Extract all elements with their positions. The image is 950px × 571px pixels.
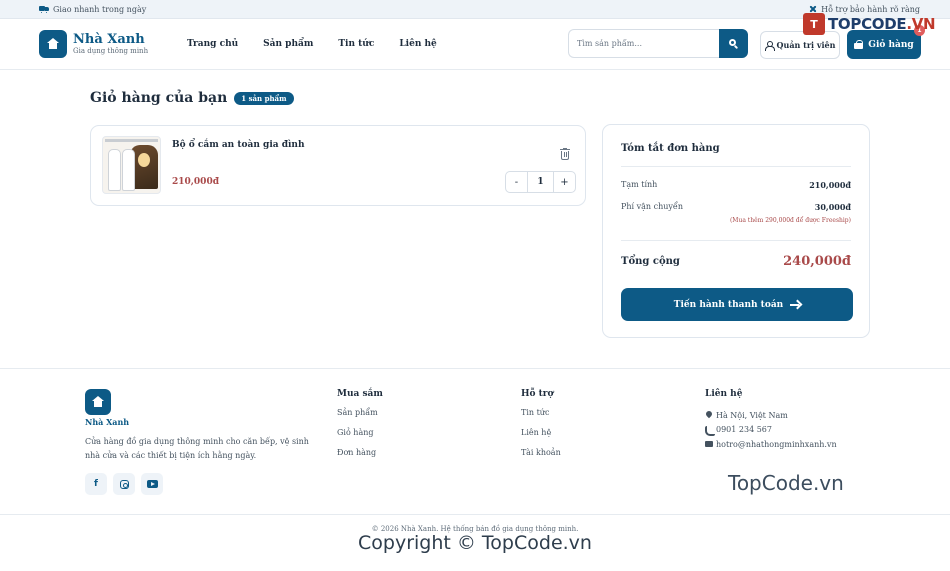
total-value: 240,000đ bbox=[783, 254, 851, 269]
trash-icon[interactable] bbox=[560, 148, 570, 160]
total-label: Tổng cộng bbox=[621, 256, 680, 267]
address-text: Hà Nội, Việt Nam bbox=[716, 410, 788, 420]
footer-shop-title: Mua sắm bbox=[337, 389, 383, 399]
facebook-icon[interactable]: f bbox=[85, 473, 107, 495]
shipping-row: Phí vận chuyển 30,000đ bbox=[621, 202, 851, 212]
footer-support-title: Hỗ trợ bbox=[521, 389, 554, 399]
fast-delivery-text: Giao nhanh trong ngày bbox=[53, 4, 147, 14]
house-icon bbox=[39, 30, 67, 58]
search-icon bbox=[728, 38, 739, 49]
phone-text: 0901 234 567 bbox=[716, 425, 772, 435]
bag-icon bbox=[854, 40, 864, 49]
arrow-right-icon bbox=[790, 301, 800, 309]
contact-address: Hà Nội, Việt Nam bbox=[705, 408, 837, 423]
summary-title: Tóm tắt đơn hàng bbox=[621, 143, 720, 154]
contact-phone[interactable]: 0901 234 567 bbox=[705, 423, 837, 438]
footer-link-products[interactable]: Sản phẩm bbox=[337, 408, 383, 428]
admin-button[interactable]: Quản trị viên bbox=[760, 31, 840, 59]
divider bbox=[621, 166, 851, 167]
nav-products[interactable]: Sản phẩm bbox=[263, 39, 313, 49]
decrease-quantity-button[interactable]: - bbox=[506, 172, 528, 192]
watermark-mark: T bbox=[803, 13, 825, 35]
product-thumbnail[interactable] bbox=[102, 136, 161, 194]
cart-heading: Giỏ hàng của bạn 1 sản phẩm bbox=[90, 90, 294, 106]
page-title: Giỏ hàng của bạn bbox=[90, 90, 228, 106]
footer-link-contact[interactable]: Liên hệ bbox=[521, 428, 561, 448]
contact-email[interactable]: hotro@nhathongminhxanh.vn bbox=[705, 437, 837, 452]
product-price: 210,000đ bbox=[172, 177, 219, 187]
site-logo[interactable]: Nhà Xanh Gia dụng thông minh bbox=[39, 30, 179, 58]
cart-label: Giỏ hàng bbox=[868, 39, 914, 50]
youtube-icon[interactable] bbox=[141, 473, 163, 495]
email-text: hotro@nhathongminhxanh.vn bbox=[716, 439, 837, 449]
phone-icon bbox=[705, 425, 715, 436]
subtotal-row: Tạm tính 210,000đ bbox=[621, 180, 851, 190]
truck-icon bbox=[39, 5, 49, 14]
footer-brand-name: Nhà Xanh bbox=[85, 417, 130, 427]
shipping-label: Phí vận chuyển bbox=[621, 202, 683, 211]
social-links: f bbox=[85, 473, 163, 495]
main-nav: Trang chủ Sản phẩm Tin tức Liên hệ bbox=[187, 39, 437, 49]
watermark-copyright: Copyright © TopCode.vn bbox=[358, 532, 592, 554]
quantity-value[interactable]: 1 bbox=[528, 177, 553, 187]
divider bbox=[0, 514, 950, 515]
admin-label: Quản trị viên bbox=[776, 40, 836, 50]
logo-name: Nhà Xanh bbox=[73, 31, 145, 47]
subtotal-label: Tạm tính bbox=[621, 180, 658, 189]
total-row: Tổng cộng 240,000đ bbox=[621, 254, 851, 269]
item-count-badge: 1 sản phẩm bbox=[234, 91, 294, 105]
footer-link-cart[interactable]: Giỏ hàng bbox=[337, 428, 383, 448]
search-bar bbox=[568, 29, 748, 58]
search-input[interactable] bbox=[568, 29, 719, 58]
watermark-logo-suffix: .VN bbox=[906, 15, 936, 33]
watermark-text: TopCode.vn bbox=[728, 471, 844, 495]
checkout-label: Tiến hành thanh toán bbox=[673, 299, 784, 310]
instagram-icon[interactable] bbox=[113, 473, 135, 495]
divider bbox=[621, 240, 851, 241]
fast-delivery-notice: Giao nhanh trong ngày bbox=[39, 5, 146, 14]
footer-shop-column: Mua sắm Sản phẩm Giỏ hàng Đơn hàng bbox=[337, 389, 383, 468]
product-name[interactable]: Bộ ổ cắm an toàn gia đình bbox=[172, 140, 305, 150]
map-pin-icon bbox=[705, 411, 713, 419]
subtotal-value: 210,000đ bbox=[809, 180, 851, 190]
nav-home[interactable]: Trang chủ bbox=[187, 39, 238, 49]
shipping-value: 30,000đ bbox=[814, 202, 851, 212]
footer-contact-column: Liên hệ Hà Nội, Việt Nam 0901 234 567 ho… bbox=[705, 389, 837, 452]
search-button[interactable] bbox=[719, 29, 748, 58]
footer-contact-title: Liên hệ bbox=[705, 389, 743, 399]
house-icon[interactable] bbox=[85, 389, 111, 415]
user-icon bbox=[764, 40, 775, 51]
quantity-stepper: - 1 + bbox=[505, 171, 576, 193]
site-footer: Nhà Xanh Cửa hàng đồ gia dụng thông minh… bbox=[0, 368, 950, 571]
watermark-logo-text: TOPCODE bbox=[828, 15, 907, 33]
footer-link-news[interactable]: Tin tức bbox=[521, 408, 561, 428]
footer-link-account[interactable]: Tài khoản bbox=[521, 448, 561, 468]
footer-description: Cửa hàng đồ gia dụng thông minh cho căn … bbox=[85, 437, 309, 460]
order-summary: Tóm tắt đơn hàng Tạm tính 210,000đ Phí v… bbox=[602, 124, 870, 338]
footer-support-column: Hỗ trợ Tin tức Liên hệ Tài khoản bbox=[521, 389, 561, 468]
nav-contact[interactable]: Liên hệ bbox=[399, 39, 436, 49]
checkout-button[interactable]: Tiến hành thanh toán bbox=[621, 288, 853, 321]
watermark-logo: T TOPCODE.VN bbox=[803, 13, 936, 35]
increase-quantity-button[interactable]: + bbox=[553, 172, 575, 192]
mail-icon bbox=[705, 440, 713, 448]
cart-item: Bộ ổ cắm an toàn gia đình 210,000đ - 1 + bbox=[90, 125, 586, 206]
freeship-note: (Mua thêm 290,000đ để được Freeship) bbox=[729, 217, 851, 224]
nav-news[interactable]: Tin tức bbox=[338, 39, 374, 49]
footer-link-orders[interactable]: Đơn hàng bbox=[337, 448, 383, 468]
wrench-icon bbox=[809, 5, 817, 13]
logo-tagline: Gia dụng thông minh bbox=[73, 46, 149, 55]
